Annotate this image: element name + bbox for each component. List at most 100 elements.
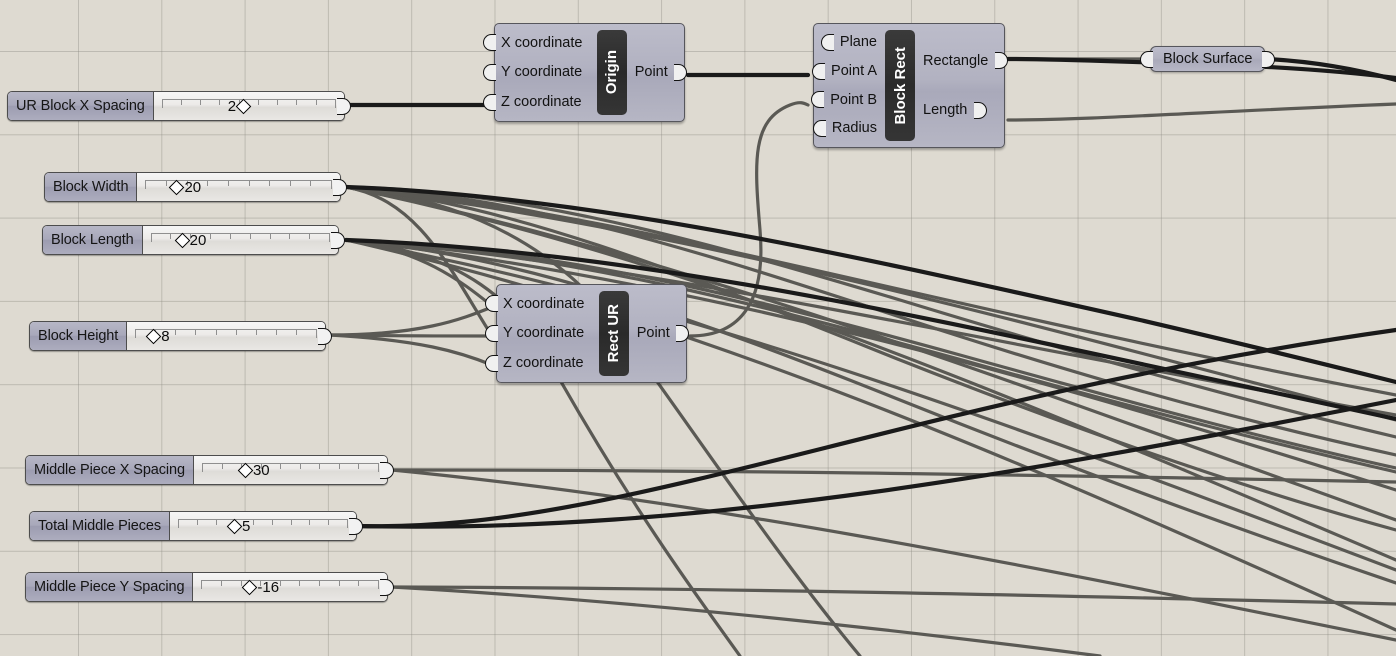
output-port[interactable]	[995, 52, 1009, 70]
slider-output-port[interactable]	[349, 517, 363, 535]
slider-output-port[interactable]	[380, 578, 394, 596]
slider-label: Total Middle Pieces	[30, 512, 171, 540]
param-label: Point	[634, 64, 668, 81]
slider-block-height[interactable]: Block Height 8	[29, 321, 332, 351]
param-block-surface[interactable]: Block Surface	[1140, 46, 1276, 72]
node-title-block-rect[interactable]: Block Rect	[885, 30, 915, 141]
slider-output-port[interactable]	[331, 231, 345, 249]
output-port[interactable]	[1262, 50, 1276, 68]
node-title-label: Block Rect	[891, 46, 909, 125]
slider-ur-block-x-spacing[interactable]: UR Block X Spacing 2	[7, 91, 351, 121]
param-point[interactable]: Point	[631, 325, 689, 342]
node-title-origin[interactable]: Origin	[596, 30, 627, 115]
slider-track[interactable]: 30	[193, 456, 387, 484]
output-port[interactable]	[673, 64, 687, 81]
param-point-b[interactable]: Point B	[811, 91, 883, 109]
param-z-coordinate[interactable]: Z coordinate	[483, 93, 588, 111]
slider-label: Block Height	[30, 322, 128, 350]
slider-value-group: 2	[228, 92, 252, 120]
output-port[interactable]	[675, 325, 689, 342]
param-label: Z coordinate	[503, 354, 584, 371]
slider-track[interactable]: 2	[153, 92, 344, 120]
slider-value-group: 8	[145, 322, 170, 350]
input-port[interactable]	[485, 354, 498, 372]
slider-value: 8	[161, 327, 170, 345]
node-rect-ur[interactable]: X coordinate Y coordinate Z coordinate R…	[485, 284, 689, 383]
param-plane[interactable]: Plane	[820, 33, 883, 51]
node-title-label: Origin	[603, 50, 621, 95]
node-inputs: X coordinate Y coordinate Z coordinate	[483, 24, 595, 121]
slider-value-group: -16	[242, 573, 280, 601]
slider-label: Middle Piece Y Spacing	[26, 573, 194, 601]
param-label: Point A	[831, 62, 877, 79]
output-port[interactable]	[974, 101, 988, 119]
slider-total-middle-pieces[interactable]: Total Middle Pieces 5	[29, 511, 363, 541]
slider-output-port[interactable]	[318, 327, 332, 345]
input-port[interactable]	[485, 324, 498, 342]
slider-middle-piece-y-spacing[interactable]: Middle Piece Y Spacing -16	[25, 572, 394, 602]
slider-block-width[interactable]: Block Width 20	[44, 172, 347, 202]
input-port[interactable]	[483, 34, 496, 52]
param-point-a[interactable]: Point A	[812, 62, 883, 80]
param-label: Z coordinate	[501, 93, 582, 110]
param-label: Plane	[839, 34, 877, 51]
slider-value: -16	[257, 578, 280, 596]
node-outputs: Point	[631, 285, 689, 382]
slider-track[interactable]: -16	[193, 573, 387, 601]
slider-handle-diamond-icon[interactable]	[145, 328, 162, 344]
node-outputs: Point	[629, 24, 687, 121]
grasshopper-canvas[interactable]: UR Block X Spacing 2 Block Width 20 Bloc…	[0, 0, 1396, 656]
node-title-rect-ur[interactable]: Rect UR	[598, 291, 629, 376]
slider-handle-diamond-icon[interactable]	[237, 462, 254, 478]
param-x-coordinate[interactable]: X coordinate	[483, 34, 588, 52]
slider-block-length[interactable]: Block Length 20	[42, 225, 345, 255]
node-title-label: Rect UR	[605, 304, 623, 363]
slider-track[interactable]: 20	[142, 226, 338, 254]
param-label: Block Surface	[1163, 51, 1253, 67]
slider-value-group: 20	[169, 173, 202, 201]
slider-handle-diamond-icon[interactable]	[174, 232, 190, 248]
slider-track[interactable]: 20	[137, 173, 340, 201]
param-z-coordinate[interactable]: Z coordinate	[485, 354, 590, 372]
slider-label: Middle Piece X Spacing	[26, 456, 194, 484]
node-outputs: Rectangle Length	[917, 24, 1009, 147]
node-origin[interactable]: X coordinate Y coordinate Z coordinate O…	[483, 23, 687, 122]
input-port[interactable]	[812, 120, 826, 138]
param-rectangle[interactable]: Rectangle	[917, 52, 1009, 70]
param-point[interactable]: Point	[629, 64, 687, 81]
slider-handle-diamond-icon[interactable]	[169, 179, 185, 195]
input-port[interactable]	[483, 63, 496, 81]
slider-label: Block Width	[45, 173, 138, 201]
slider-handle-diamond-icon[interactable]	[242, 579, 258, 595]
slider-label: UR Block X Spacing	[8, 92, 154, 120]
slider-track[interactable]: 5	[170, 512, 356, 540]
input-port[interactable]	[1140, 50, 1153, 68]
slider-output-port[interactable]	[337, 97, 351, 115]
input-port[interactable]	[811, 91, 825, 109]
param-length[interactable]: Length	[917, 101, 988, 119]
slider-output-port[interactable]	[333, 178, 347, 196]
slider-value: 30	[252, 461, 270, 479]
param-x-coordinate[interactable]: X coordinate	[485, 295, 590, 313]
node-block-rect[interactable]: Plane Point A Point B Radius Block Rect …	[811, 23, 1009, 148]
slider-handle-diamond-icon[interactable]	[226, 518, 243, 534]
input-port[interactable]	[485, 295, 498, 313]
slider-value: 20	[184, 178, 202, 196]
slider-value: 5	[242, 517, 251, 535]
param-radius[interactable]: Radius	[812, 120, 883, 138]
node-inputs: Plane Point A Point B Radius	[811, 24, 883, 147]
slider-handle-diamond-icon[interactable]	[235, 98, 252, 114]
param-label: Point	[636, 325, 670, 342]
slider-ticks	[178, 519, 348, 528]
input-port[interactable]	[812, 62, 826, 80]
input-port[interactable]	[483, 93, 496, 111]
param-label: X coordinate	[501, 34, 583, 51]
param-y-coordinate[interactable]: Y coordinate	[483, 63, 588, 81]
slider-middle-piece-x-spacing[interactable]: Middle Piece X Spacing 30	[25, 455, 394, 485]
input-port[interactable]	[820, 33, 834, 51]
slider-track[interactable]: 8	[127, 322, 325, 350]
slider-value-group: 5	[226, 512, 251, 540]
param-y-coordinate[interactable]: Y coordinate	[485, 324, 590, 342]
node-inputs: X coordinate Y coordinate Z coordinate	[485, 285, 597, 382]
slider-output-port[interactable]	[380, 461, 394, 479]
